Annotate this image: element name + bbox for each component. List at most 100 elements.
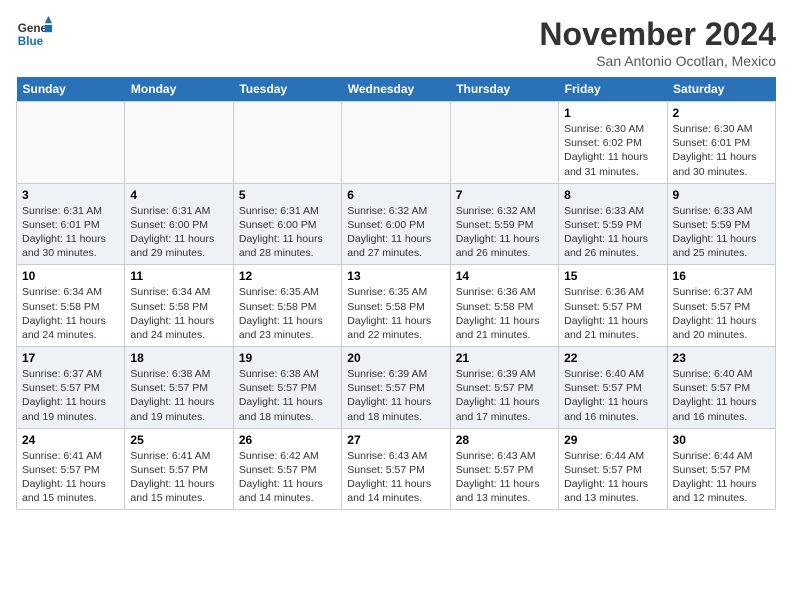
weekday-header: Friday — [559, 77, 667, 102]
day-number: 14 — [456, 269, 553, 283]
calendar-week-row: 3 Sunrise: 6:31 AM Sunset: 6:01 PM Daylig… — [17, 183, 776, 265]
calendar-day-cell: 12 Sunrise: 6:35 AM Sunset: 5:58 PM Dayli… — [233, 265, 341, 347]
calendar-day-cell — [233, 102, 341, 184]
day-info: Sunrise: 6:40 AM Sunset: 5:57 PM Dayligh… — [564, 367, 661, 424]
day-number: 26 — [239, 433, 336, 447]
day-info: Sunrise: 6:43 AM Sunset: 5:57 PM Dayligh… — [347, 449, 444, 506]
day-info: Sunrise: 6:31 AM Sunset: 6:00 PM Dayligh… — [130, 204, 227, 261]
day-info: Sunrise: 6:33 AM Sunset: 5:59 PM Dayligh… — [564, 204, 661, 261]
calendar-day-cell: 16 Sunrise: 6:37 AM Sunset: 5:57 PM Dayli… — [667, 265, 775, 347]
day-info: Sunrise: 6:38 AM Sunset: 5:57 PM Dayligh… — [130, 367, 227, 424]
weekday-header: Sunday — [17, 77, 125, 102]
day-number: 11 — [130, 269, 227, 283]
day-info: Sunrise: 6:42 AM Sunset: 5:57 PM Dayligh… — [239, 449, 336, 506]
calendar-week-row: 17Sunrise: 6:37 AM Sunset: 5:57 PM Dayli… — [17, 347, 776, 429]
day-number: 20 — [347, 351, 444, 365]
location: San Antonio Ocotlan, Mexico — [539, 53, 776, 69]
title-area: November 2024 San Antonio Ocotlan, Mexic… — [539, 16, 776, 69]
day-info: Sunrise: 6:32 AM Sunset: 5:59 PM Dayligh… — [456, 204, 553, 261]
calendar-day-cell: 19Sunrise: 6:38 AM Sunset: 5:57 PM Dayli… — [233, 347, 341, 429]
month-title: November 2024 — [539, 16, 776, 53]
day-info: Sunrise: 6:31 AM Sunset: 6:01 PM Dayligh… — [22, 204, 119, 261]
day-info: Sunrise: 6:44 AM Sunset: 5:57 PM Dayligh… — [564, 449, 661, 506]
calendar-day-cell: 22 Sunrise: 6:40 AM Sunset: 5:57 PM Dayli… — [559, 347, 667, 429]
calendar-day-cell: 28 Sunrise: 6:43 AM Sunset: 5:57 PM Dayli… — [450, 428, 558, 510]
day-info: Sunrise: 6:40 AM Sunset: 5:57 PM Dayligh… — [673, 367, 770, 424]
day-number: 25 — [130, 433, 227, 447]
day-number: 24 — [22, 433, 119, 447]
day-number: 29 — [564, 433, 661, 447]
day-info: Sunrise: 6:35 AM Sunset: 5:58 PM Dayligh… — [239, 285, 336, 342]
day-number: 21 — [456, 351, 553, 365]
calendar-day-cell: 26 Sunrise: 6:42 AM Sunset: 5:57 PM Dayli… — [233, 428, 341, 510]
calendar-day-cell: 30 Sunrise: 6:44 AM Sunset: 5:57 PM Dayli… — [667, 428, 775, 510]
logo-icon: General Blue — [16, 16, 52, 52]
day-info: Sunrise: 6:36 AM Sunset: 5:57 PM Dayligh… — [564, 285, 661, 342]
day-number: 2 — [673, 106, 770, 120]
day-number: 28 — [456, 433, 553, 447]
day-info: Sunrise: 6:41 AM Sunset: 5:57 PM Dayligh… — [22, 449, 119, 506]
calendar-day-cell: 11 Sunrise: 6:34 AM Sunset: 5:58 PM Dayli… — [125, 265, 233, 347]
weekday-header: Wednesday — [342, 77, 450, 102]
day-number: 23 — [673, 351, 770, 365]
calendar-day-cell: 1 Sunrise: 6:30 AM Sunset: 6:02 PM Daylig… — [559, 102, 667, 184]
calendar-day-cell — [125, 102, 233, 184]
day-number: 5 — [239, 188, 336, 202]
day-info: Sunrise: 6:30 AM Sunset: 6:02 PM Dayligh… — [564, 122, 661, 179]
day-info: Sunrise: 6:44 AM Sunset: 5:57 PM Dayligh… — [673, 449, 770, 506]
calendar-day-cell: 3 Sunrise: 6:31 AM Sunset: 6:01 PM Daylig… — [17, 183, 125, 265]
header: General Blue November 2024 San Antonio O… — [16, 16, 776, 69]
day-info: Sunrise: 6:38 AM Sunset: 5:57 PM Dayligh… — [239, 367, 336, 424]
day-number: 27 — [347, 433, 444, 447]
logo: General Blue — [16, 16, 52, 52]
day-info: Sunrise: 6:41 AM Sunset: 5:57 PM Dayligh… — [130, 449, 227, 506]
day-info: Sunrise: 6:34 AM Sunset: 5:58 PM Dayligh… — [22, 285, 119, 342]
calendar-day-cell: 18 Sunrise: 6:38 AM Sunset: 5:57 PM Dayli… — [125, 347, 233, 429]
calendar-day-cell: 21Sunrise: 6:39 AM Sunset: 5:57 PM Dayli… — [450, 347, 558, 429]
day-number: 30 — [673, 433, 770, 447]
weekday-header: Thursday — [450, 77, 558, 102]
calendar-day-cell: 9 Sunrise: 6:33 AM Sunset: 5:59 PM Daylig… — [667, 183, 775, 265]
calendar-day-cell — [17, 102, 125, 184]
day-number: 18 — [130, 351, 227, 365]
day-number: 15 — [564, 269, 661, 283]
calendar-day-cell: 7 Sunrise: 6:32 AM Sunset: 5:59 PM Daylig… — [450, 183, 558, 265]
calendar-week-row: 10Sunrise: 6:34 AM Sunset: 5:58 PM Dayli… — [17, 265, 776, 347]
day-number: 9 — [673, 188, 770, 202]
day-info: Sunrise: 6:32 AM Sunset: 6:00 PM Dayligh… — [347, 204, 444, 261]
calendar-day-cell — [450, 102, 558, 184]
weekday-header: Saturday — [667, 77, 775, 102]
calendar-day-cell: 10Sunrise: 6:34 AM Sunset: 5:58 PM Dayli… — [17, 265, 125, 347]
day-number: 7 — [456, 188, 553, 202]
day-info: Sunrise: 6:37 AM Sunset: 5:57 PM Dayligh… — [673, 285, 770, 342]
calendar-table: SundayMondayTuesdayWednesdayThursdayFrid… — [16, 77, 776, 510]
calendar-day-cell: 17Sunrise: 6:37 AM Sunset: 5:57 PM Dayli… — [17, 347, 125, 429]
calendar-day-cell: 14 Sunrise: 6:36 AM Sunset: 5:58 PM Dayli… — [450, 265, 558, 347]
day-number: 8 — [564, 188, 661, 202]
calendar-day-cell: 13Sunrise: 6:35 AM Sunset: 5:58 PM Dayli… — [342, 265, 450, 347]
calendar-day-cell: 24 Sunrise: 6:41 AM Sunset: 5:57 PM Dayli… — [17, 428, 125, 510]
weekday-header: Tuesday — [233, 77, 341, 102]
calendar-day-cell: 8 Sunrise: 6:33 AM Sunset: 5:59 PM Daylig… — [559, 183, 667, 265]
weekday-header: Monday — [125, 77, 233, 102]
day-number: 4 — [130, 188, 227, 202]
day-number: 22 — [564, 351, 661, 365]
calendar-day-cell: 23 Sunrise: 6:40 AM Sunset: 5:57 PM Dayli… — [667, 347, 775, 429]
calendar-day-cell: 20 Sunrise: 6:39 AM Sunset: 5:57 PM Dayli… — [342, 347, 450, 429]
calendar-day-cell: 29 Sunrise: 6:44 AM Sunset: 5:57 PM Dayli… — [559, 428, 667, 510]
calendar-header-row: SundayMondayTuesdayWednesdayThursdayFrid… — [17, 77, 776, 102]
day-info: Sunrise: 6:33 AM Sunset: 5:59 PM Dayligh… — [673, 204, 770, 261]
day-number: 1 — [564, 106, 661, 120]
calendar-day-cell: 27 Sunrise: 6:43 AM Sunset: 5:57 PM Dayli… — [342, 428, 450, 510]
day-number: 16 — [673, 269, 770, 283]
day-info: Sunrise: 6:30 AM Sunset: 6:01 PM Dayligh… — [673, 122, 770, 179]
day-info: Sunrise: 6:43 AM Sunset: 5:57 PM Dayligh… — [456, 449, 553, 506]
day-number: 3 — [22, 188, 119, 202]
day-number: 12 — [239, 269, 336, 283]
day-info: Sunrise: 6:36 AM Sunset: 5:58 PM Dayligh… — [456, 285, 553, 342]
day-info: Sunrise: 6:39 AM Sunset: 5:57 PM Dayligh… — [347, 367, 444, 424]
calendar-week-row: 1 Sunrise: 6:30 AM Sunset: 6:02 PM Daylig… — [17, 102, 776, 184]
calendar-day-cell: 6Sunrise: 6:32 AM Sunset: 6:00 PM Daylig… — [342, 183, 450, 265]
day-info: Sunrise: 6:34 AM Sunset: 5:58 PM Dayligh… — [130, 285, 227, 342]
calendar-day-cell: 4 Sunrise: 6:31 AM Sunset: 6:00 PM Daylig… — [125, 183, 233, 265]
